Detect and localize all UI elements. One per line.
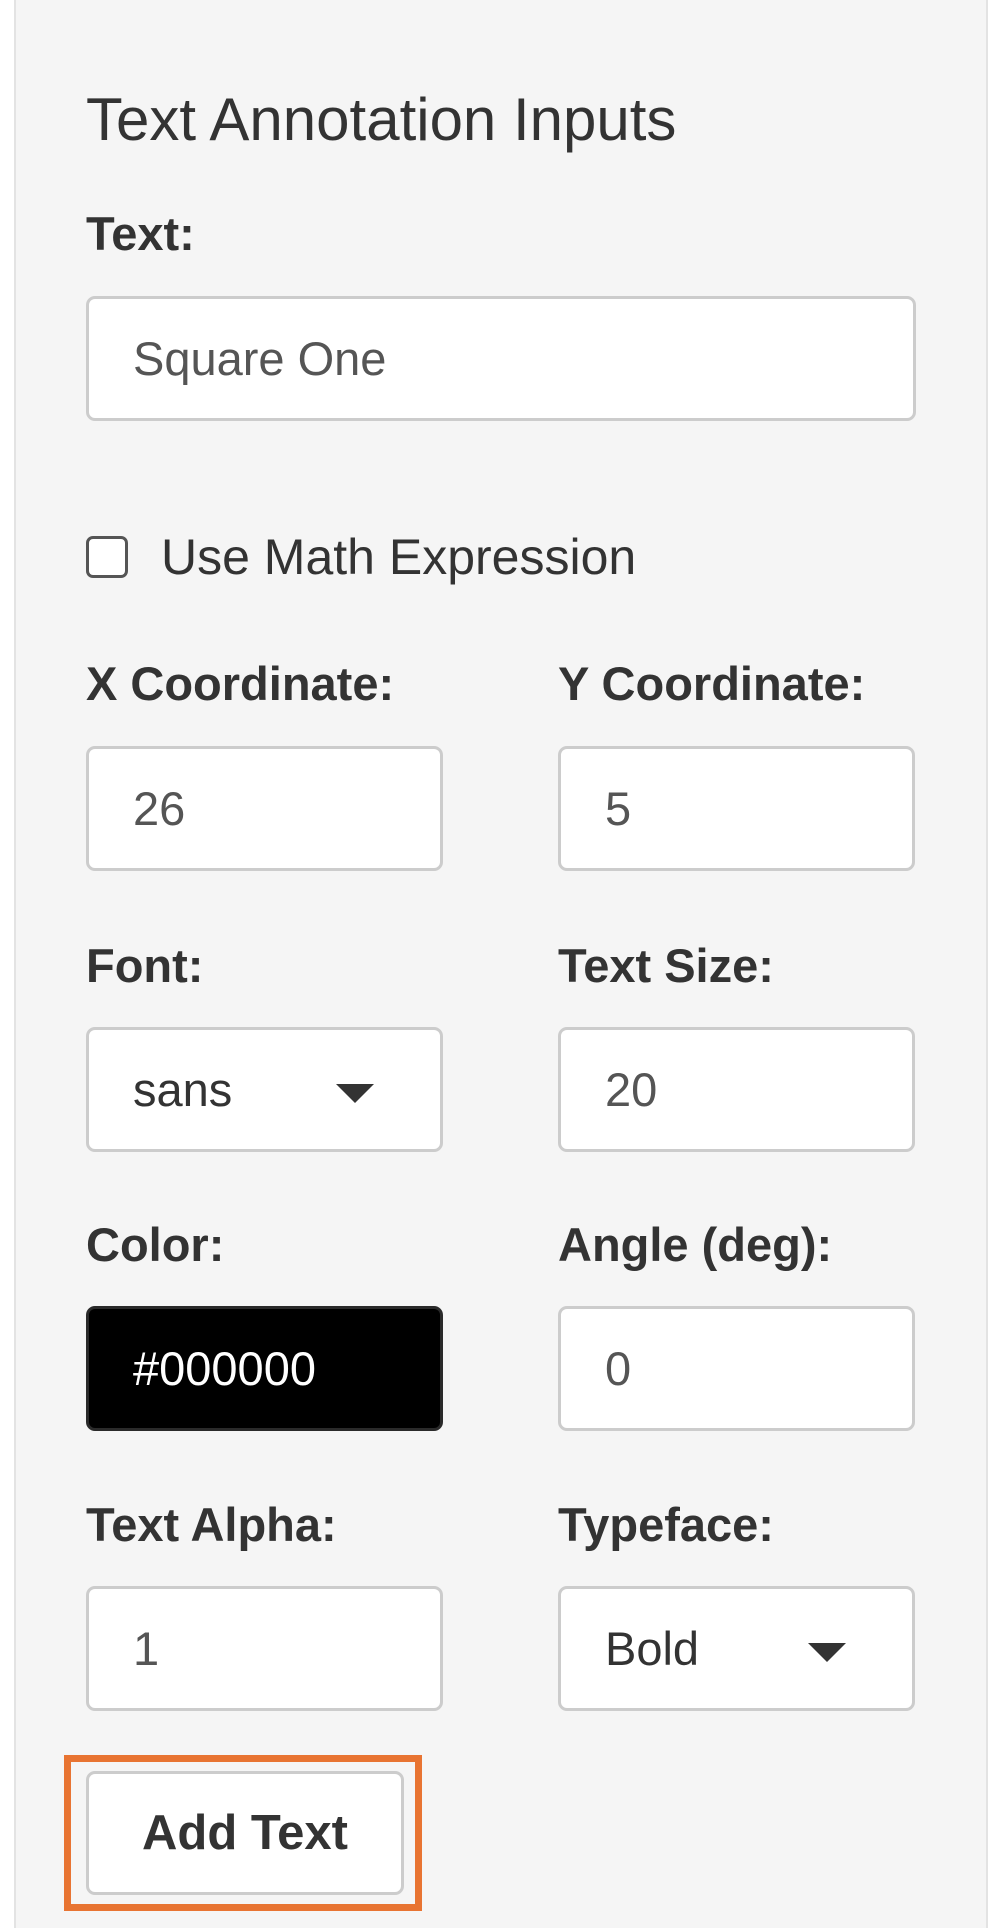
- chevron-down-icon: [808, 1643, 846, 1662]
- panel-heading: Text Annotation Inputs: [86, 86, 677, 153]
- x-coordinate-label: X Coordinate:: [86, 657, 395, 710]
- text-alpha-input[interactable]: 1: [86, 1586, 443, 1711]
- math-expression-row[interactable]: Use Math Expression: [86, 528, 636, 586]
- typeface-select[interactable]: Bold: [558, 1586, 915, 1711]
- typeface-label: Typeface:: [558, 1498, 774, 1551]
- x-coordinate-value: 26: [133, 782, 186, 835]
- text-input[interactable]: Square One: [86, 296, 916, 421]
- color-label: Color:: [86, 1218, 225, 1271]
- font-select[interactable]: sans: [86, 1027, 443, 1152]
- text-alpha-label: Text Alpha:: [86, 1498, 337, 1551]
- text-size-value: 20: [605, 1063, 658, 1116]
- add-text-button[interactable]: Add Text: [86, 1771, 404, 1895]
- angle-input[interactable]: 0: [558, 1306, 915, 1431]
- math-expression-checkbox[interactable]: [86, 536, 128, 578]
- angle-label: Angle (deg):: [558, 1218, 833, 1271]
- text-label: Text:: [86, 207, 195, 260]
- font-label: Font:: [86, 939, 204, 992]
- y-coordinate-value: 5: [605, 782, 632, 835]
- angle-value: 0: [605, 1342, 632, 1395]
- text-size-input[interactable]: 20: [558, 1027, 915, 1152]
- typeface-selected-value: Bold: [605, 1622, 700, 1675]
- text-alpha-value: 1: [133, 1622, 160, 1675]
- text-size-label: Text Size:: [558, 939, 774, 992]
- x-coordinate-input[interactable]: 26: [86, 746, 443, 871]
- color-picker[interactable]: #000000: [86, 1306, 443, 1431]
- text-input-value: Square One: [133, 332, 387, 385]
- font-selected-value: sans: [133, 1063, 233, 1116]
- math-expression-label: Use Math Expression: [161, 529, 637, 585]
- chevron-down-icon: [336, 1084, 374, 1103]
- y-coordinate-label: Y Coordinate:: [558, 657, 866, 710]
- y-coordinate-input[interactable]: 5: [558, 746, 915, 871]
- color-value: #000000: [133, 1342, 316, 1395]
